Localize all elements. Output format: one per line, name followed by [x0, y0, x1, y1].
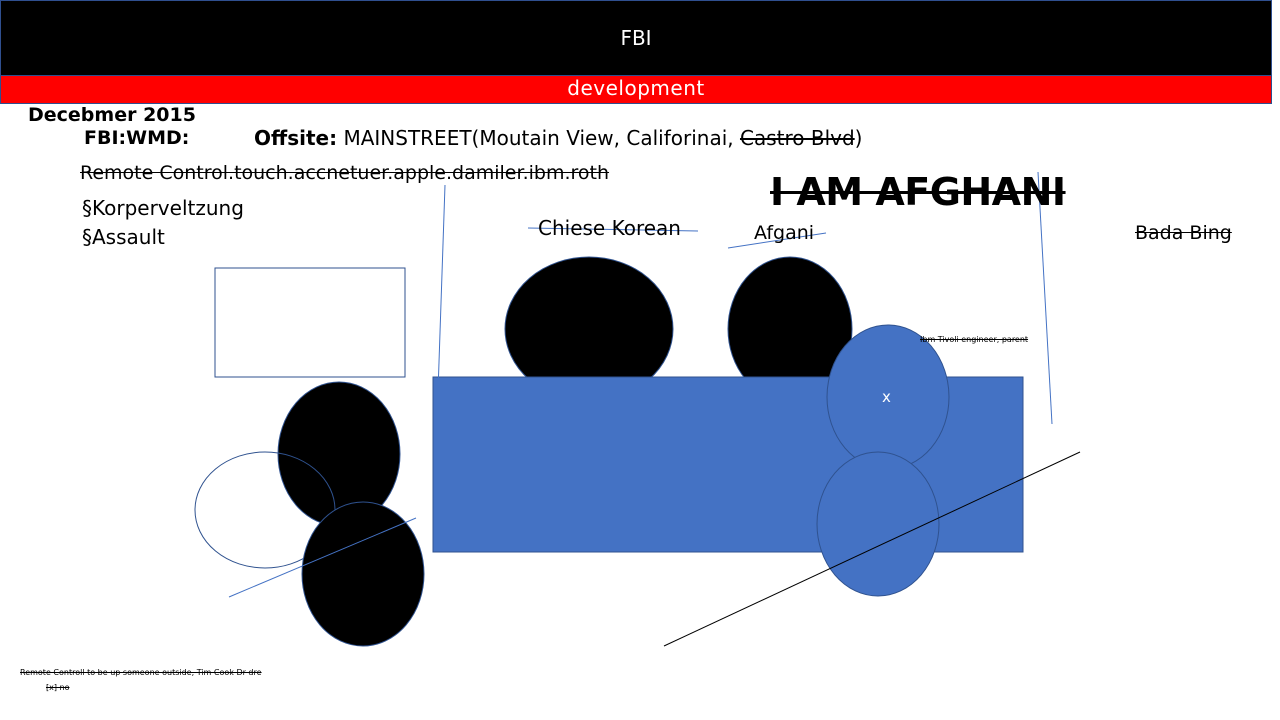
wmd-label: FBI:WMD:	[84, 127, 190, 149]
date-text: Decebmer 2015	[28, 104, 196, 126]
blue-oval-lower	[816, 451, 940, 597]
black-oval-left-upper	[277, 381, 401, 527]
label-ibm-tivoli: Ibm Tivoli engineer, parent	[920, 335, 1029, 344]
remote-control-text: Remote Control.touch.accnetuer.apple.dam…	[80, 162, 610, 184]
label-afgani: Afgani	[754, 222, 815, 244]
empty-rectangle	[214, 267, 406, 378]
bullet-korperveltzung: §Korperveltzung	[82, 196, 244, 220]
offsite-close: )	[854, 126, 863, 150]
bullet-assault: §Assault	[82, 225, 165, 249]
offsite-struck-street: Castro Blvd	[739, 126, 855, 150]
i-am-afghani-heading: I AM AFGHANI	[770, 170, 1066, 214]
footer-note-2: [x] no	[46, 683, 70, 692]
offsite-label: Offsite:	[254, 126, 338, 150]
black-oval-left-lower	[301, 501, 425, 647]
offsite-line: Offsite: MAINSTREET(Moutain View, Califo…	[254, 126, 862, 150]
label-chiese-korean: Chiese Korean	[538, 216, 681, 240]
label-bada-bing: Bada Bing	[1135, 222, 1232, 244]
footer-note-1: Remote Controll to be up someone outside…	[20, 668, 262, 677]
offsite-value: MAINSTREET(Moutain View, Califorinai,	[337, 126, 740, 150]
x-mark-label: x	[882, 388, 891, 406]
